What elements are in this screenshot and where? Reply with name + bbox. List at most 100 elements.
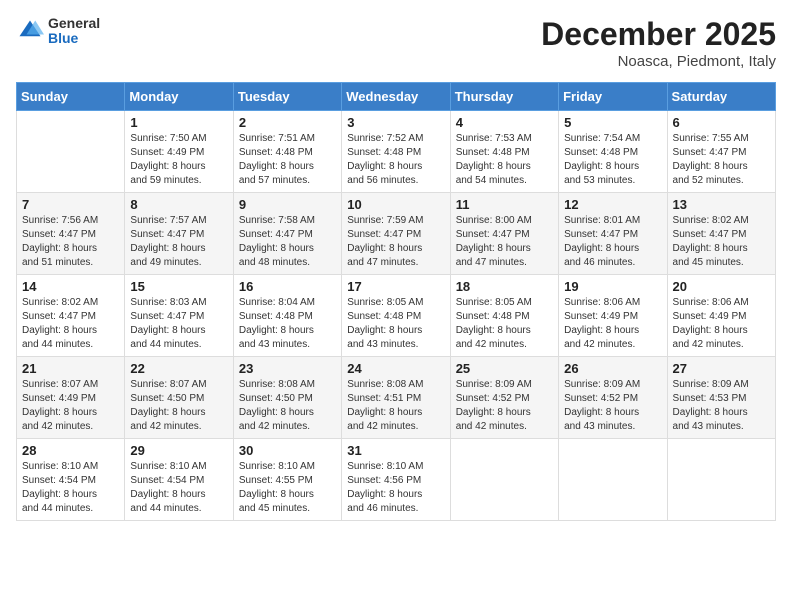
day-number: 27 xyxy=(673,361,770,376)
calendar-cell: 22 Sunrise: 8:07 AM Sunset: 4:50 PM Dayli… xyxy=(125,357,233,439)
day-number: 10 xyxy=(347,197,444,212)
day-number: 14 xyxy=(22,279,119,294)
calendar-week-4: 21 Sunrise: 8:07 AM Sunset: 4:49 PM Dayli… xyxy=(17,357,776,439)
month-title: December 2025 xyxy=(541,16,776,53)
day-info: Sunrise: 8:09 AM Sunset: 4:53 PM Dayligh… xyxy=(673,378,770,434)
day-number: 18 xyxy=(456,279,553,294)
day-info: Sunrise: 8:10 AM Sunset: 4:54 PM Dayligh… xyxy=(22,460,119,516)
weekday-header-friday: Friday xyxy=(559,83,667,111)
day-info: Sunrise: 8:09 AM Sunset: 4:52 PM Dayligh… xyxy=(456,378,553,434)
day-info: Sunrise: 8:05 AM Sunset: 4:48 PM Dayligh… xyxy=(456,296,553,352)
calendar-week-3: 14 Sunrise: 8:02 AM Sunset: 4:47 PM Dayli… xyxy=(17,275,776,357)
calendar-cell: 18 Sunrise: 8:05 AM Sunset: 4:48 PM Dayli… xyxy=(450,275,558,357)
day-number: 11 xyxy=(456,197,553,212)
day-info: Sunrise: 7:59 AM Sunset: 4:47 PM Dayligh… xyxy=(347,214,444,270)
day-number: 5 xyxy=(564,115,661,130)
day-number: 23 xyxy=(239,361,336,376)
day-info: Sunrise: 8:00 AM Sunset: 4:47 PM Dayligh… xyxy=(456,214,553,270)
calendar-cell: 1Sunrise: 7:50 AM Sunset: 4:49 PM Daylig… xyxy=(125,111,233,193)
day-number: 4 xyxy=(456,115,553,130)
day-info: Sunrise: 8:10 AM Sunset: 4:56 PM Dayligh… xyxy=(347,460,444,516)
calendar-week-1: 1Sunrise: 7:50 AM Sunset: 4:49 PM Daylig… xyxy=(17,111,776,193)
day-number: 21 xyxy=(22,361,119,376)
day-number: 9 xyxy=(239,197,336,212)
calendar-cell: 11 Sunrise: 8:00 AM Sunset: 4:47 PM Dayli… xyxy=(450,193,558,275)
calendar-week-5: 28Sunrise: 8:10 AM Sunset: 4:54 PM Dayli… xyxy=(17,439,776,521)
day-number: 25 xyxy=(456,361,553,376)
day-info: Sunrise: 8:01 AM Sunset: 4:47 PM Dayligh… xyxy=(564,214,661,270)
day-info: Sunrise: 8:03 AM Sunset: 4:47 PM Dayligh… xyxy=(130,296,227,352)
weekday-header-saturday: Saturday xyxy=(667,83,775,111)
day-number: 24 xyxy=(347,361,444,376)
day-info: Sunrise: 8:05 AM Sunset: 4:48 PM Dayligh… xyxy=(347,296,444,352)
day-info: Sunrise: 7:51 AM Sunset: 4:48 PM Dayligh… xyxy=(239,132,336,188)
day-number: 16 xyxy=(239,279,336,294)
calendar-cell xyxy=(17,111,125,193)
calendar-cell: 15Sunrise: 8:03 AM Sunset: 4:47 PM Dayli… xyxy=(125,275,233,357)
calendar-cell xyxy=(450,439,558,521)
calendar-cell: 19 Sunrise: 8:06 AM Sunset: 4:49 PM Dayli… xyxy=(559,275,667,357)
day-info: Sunrise: 7:50 AM Sunset: 4:49 PM Dayligh… xyxy=(130,132,227,188)
calendar-cell xyxy=(667,439,775,521)
day-number: 6 xyxy=(673,115,770,130)
weekday-header-monday: Monday xyxy=(125,83,233,111)
day-number: 7 xyxy=(22,197,119,212)
day-info: Sunrise: 8:02 AM Sunset: 4:47 PM Dayligh… xyxy=(22,296,119,352)
day-info: Sunrise: 7:57 AM Sunset: 4:47 PM Dayligh… xyxy=(130,214,227,270)
calendar-cell: 28Sunrise: 8:10 AM Sunset: 4:54 PM Dayli… xyxy=(17,439,125,521)
day-number: 17 xyxy=(347,279,444,294)
day-info: Sunrise: 8:08 AM Sunset: 4:50 PM Dayligh… xyxy=(239,378,336,434)
day-info: Sunrise: 8:10 AM Sunset: 4:54 PM Dayligh… xyxy=(130,460,227,516)
weekday-row: SundayMondayTuesdayWednesdayThursdayFrid… xyxy=(17,83,776,111)
day-number: 3 xyxy=(347,115,444,130)
weekday-header-sunday: Sunday xyxy=(17,83,125,111)
calendar-cell: 30Sunrise: 8:10 AM Sunset: 4:55 PM Dayli… xyxy=(233,439,341,521)
day-info: Sunrise: 7:58 AM Sunset: 4:47 PM Dayligh… xyxy=(239,214,336,270)
title-section: December 2025 Noasca, Piedmont, Italy xyxy=(541,16,776,70)
day-info: Sunrise: 8:07 AM Sunset: 4:49 PM Dayligh… xyxy=(22,378,119,434)
day-number: 22 xyxy=(130,361,227,376)
logo-blue-text: Blue xyxy=(48,31,100,46)
calendar-cell: 6 Sunrise: 7:55 AM Sunset: 4:47 PM Daylig… xyxy=(667,111,775,193)
logo-icon xyxy=(16,17,44,45)
calendar-cell: 24Sunrise: 8:08 AM Sunset: 4:51 PM Dayli… xyxy=(342,357,450,439)
day-info: Sunrise: 7:55 AM Sunset: 4:47 PM Dayligh… xyxy=(673,132,770,188)
logo: General Blue xyxy=(16,16,100,47)
calendar-header: SundayMondayTuesdayWednesdayThursdayFrid… xyxy=(17,83,776,111)
calendar-cell: 12 Sunrise: 8:01 AM Sunset: 4:47 PM Dayli… xyxy=(559,193,667,275)
calendar-cell: 23 Sunrise: 8:08 AM Sunset: 4:50 PM Dayli… xyxy=(233,357,341,439)
calendar-cell: 8 Sunrise: 7:57 AM Sunset: 4:47 PM Daylig… xyxy=(125,193,233,275)
calendar-cell: 17 Sunrise: 8:05 AM Sunset: 4:48 PM Dayli… xyxy=(342,275,450,357)
day-info: Sunrise: 8:09 AM Sunset: 4:52 PM Dayligh… xyxy=(564,378,661,434)
day-number: 19 xyxy=(564,279,661,294)
calendar-table: SundayMondayTuesdayWednesdayThursdayFrid… xyxy=(16,82,776,521)
day-number: 8 xyxy=(130,197,227,212)
day-info: Sunrise: 8:02 AM Sunset: 4:47 PM Dayligh… xyxy=(673,214,770,270)
calendar-body: 1Sunrise: 7:50 AM Sunset: 4:49 PM Daylig… xyxy=(17,111,776,521)
weekday-header-tuesday: Tuesday xyxy=(233,83,341,111)
calendar-cell: 25 Sunrise: 8:09 AM Sunset: 4:52 PM Dayli… xyxy=(450,357,558,439)
day-info: Sunrise: 8:10 AM Sunset: 4:55 PM Dayligh… xyxy=(239,460,336,516)
day-number: 13 xyxy=(673,197,770,212)
calendar-cell: 3Sunrise: 7:52 AM Sunset: 4:48 PM Daylig… xyxy=(342,111,450,193)
day-number: 31 xyxy=(347,443,444,458)
calendar-cell: 26Sunrise: 8:09 AM Sunset: 4:52 PM Dayli… xyxy=(559,357,667,439)
day-info: Sunrise: 8:06 AM Sunset: 4:49 PM Dayligh… xyxy=(673,296,770,352)
calendar-cell: 14 Sunrise: 8:02 AM Sunset: 4:47 PM Dayli… xyxy=(17,275,125,357)
page-header: General Blue December 2025 Noasca, Piedm… xyxy=(16,16,776,70)
calendar-cell: 31 Sunrise: 8:10 AM Sunset: 4:56 PM Dayli… xyxy=(342,439,450,521)
day-number: 12 xyxy=(564,197,661,212)
calendar-cell: 10 Sunrise: 7:59 AM Sunset: 4:47 PM Dayli… xyxy=(342,193,450,275)
day-info: Sunrise: 8:07 AM Sunset: 4:50 PM Dayligh… xyxy=(130,378,227,434)
day-number: 29 xyxy=(130,443,227,458)
calendar-cell: 4Sunrise: 7:53 AM Sunset: 4:48 PM Daylig… xyxy=(450,111,558,193)
calendar-cell: 27 Sunrise: 8:09 AM Sunset: 4:53 PM Dayli… xyxy=(667,357,775,439)
day-number: 2 xyxy=(239,115,336,130)
day-info: Sunrise: 7:56 AM Sunset: 4:47 PM Dayligh… xyxy=(22,214,119,270)
day-info: Sunrise: 8:06 AM Sunset: 4:49 PM Dayligh… xyxy=(564,296,661,352)
day-number: 20 xyxy=(673,279,770,294)
calendar-cell: 29 Sunrise: 8:10 AM Sunset: 4:54 PM Dayli… xyxy=(125,439,233,521)
day-info: Sunrise: 8:04 AM Sunset: 4:48 PM Dayligh… xyxy=(239,296,336,352)
calendar-cell: 7 Sunrise: 7:56 AM Sunset: 4:47 PM Daylig… xyxy=(17,193,125,275)
calendar-cell: 9 Sunrise: 7:58 AM Sunset: 4:47 PM Daylig… xyxy=(233,193,341,275)
